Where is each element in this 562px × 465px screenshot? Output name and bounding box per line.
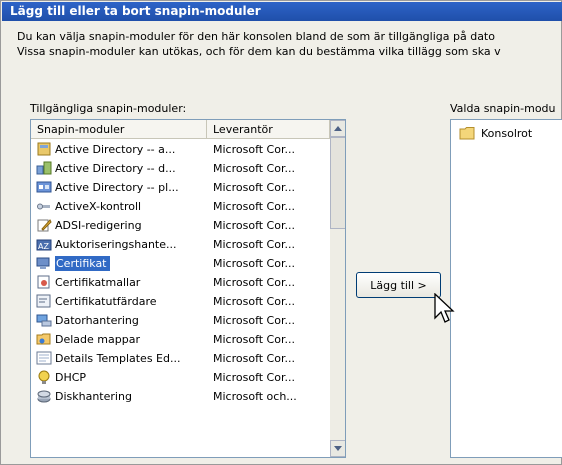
snapin-row[interactable]: Details Templates Ed... Microsoft Cor...: [31, 349, 330, 368]
dialog-title-bar: Lägg till eller ta bort snapin-moduler: [2, 2, 562, 21]
snapin-name: Certifikat: [55, 256, 110, 271]
snapin-vendor: Microsoft Cor...: [213, 162, 295, 175]
mouse-cursor-icon: [434, 293, 455, 323]
details-templates-icon: [36, 351, 52, 365]
snapin-row[interactable]: Diskhantering Microsoft och...: [31, 387, 330, 406]
snapin-vendor: Microsoft Cor...: [213, 276, 295, 289]
selected-item-label: Konsolrot: [481, 127, 533, 140]
snapin-vendor: Microsoft Cor...: [213, 295, 295, 308]
scrollbar-thumb[interactable]: [330, 137, 345, 229]
snapin-row[interactable]: Active Directory -- a... Microsoft Cor...: [31, 140, 330, 159]
column-header-vendor[interactable]: Leverantör: [207, 120, 330, 139]
disk-management-icon: [37, 390, 51, 403]
snapin-name: Diskhantering: [55, 390, 132, 403]
snapin-vendor: Microsoft Cor...: [213, 200, 295, 213]
dialog-title: Lägg till eller ta bort snapin-moduler: [10, 4, 261, 18]
description-line-2: Vissa snapin-moduler kan utökas, och för…: [17, 45, 501, 58]
scroll-down-button[interactable]: [330, 440, 345, 457]
description-line-1: Du kan välja snapin-moduler för den här …: [17, 30, 495, 43]
scroll-up-button[interactable]: [330, 120, 345, 137]
snapin-row[interactable]: Certifikat Microsoft Cor...: [31, 254, 330, 273]
shared-folders-icon: [36, 333, 51, 345]
snapin-name: ADSI-redigering: [55, 219, 142, 232]
snapin-vendor: Microsoft Cor...: [213, 371, 295, 384]
svg-text:AZ: AZ: [38, 242, 49, 251]
activex-icon: [37, 203, 50, 210]
arrow-up-icon: [334, 126, 342, 131]
snapin-name: ActiveX-kontroll: [55, 200, 142, 213]
certificates-icon: [36, 257, 50, 269]
snapin-vendor: Microsoft Cor...: [213, 143, 295, 156]
snapin-vendor: Microsoft Cor...: [213, 352, 295, 365]
selected-snapins-label: Valda snapin-modu: [450, 102, 556, 115]
available-snapins-label: Tillgängliga snapin-moduler:: [30, 102, 187, 115]
snapin-name: Certifikatutfärdare: [55, 295, 157, 308]
selected-snapins-list[interactable]: Konsolrot: [450, 119, 562, 458]
ad-domains-icon: [36, 161, 52, 175]
folder-icon: [459, 127, 475, 140]
snapin-row[interactable]: ActiveX-kontroll Microsoft Cor...: [31, 197, 330, 216]
snapin-dialog: Lägg till eller ta bort snapin-moduler D…: [0, 0, 562, 465]
snapin-vendor: Microsoft Cor...: [213, 257, 295, 270]
snapin-row[interactable]: AZ Auktoriseringshante... Microsoft Cor...: [31, 235, 330, 254]
snapin-row[interactable]: Active Directory -- d... Microsoft Cor...: [31, 159, 330, 178]
vertical-scrollbar[interactable]: [330, 120, 345, 457]
snapin-name: Active Directory -- d...: [55, 162, 176, 175]
snapin-name: Auktoriseringshante...: [55, 238, 177, 251]
available-snapins-list[interactable]: Snapin-moduler Leverantör Active Directo…: [30, 119, 346, 458]
selected-item-konsolrot[interactable]: Konsolrot: [459, 126, 532, 144]
snapin-name: Certifikatmallar: [55, 276, 141, 289]
snapin-row[interactable]: Datorhantering Microsoft Cor...: [31, 311, 330, 330]
certificate-authority-icon: [36, 294, 51, 308]
dialog-description: Du kan välja snapin-moduler för den här …: [17, 29, 562, 59]
snapin-name: Delade mappar: [55, 333, 140, 346]
snapin-row[interactable]: Certifikatutfärdare Microsoft Cor...: [31, 292, 330, 311]
ad-sites-icon: [36, 181, 52, 193]
snapin-name: Active Directory -- a...: [55, 143, 176, 156]
snapin-vendor: Microsoft Cor...: [213, 314, 295, 327]
snapin-row[interactable]: Certifikatmallar Microsoft Cor...: [31, 273, 330, 292]
snapin-row[interactable]: Active Directory -- pl... Microsoft Cor..…: [31, 178, 330, 197]
snapin-row[interactable]: DHCP Microsoft Cor...: [31, 368, 330, 387]
ad-users-icon: [37, 142, 51, 156]
snapin-vendor: Microsoft och...: [213, 390, 297, 403]
snapin-name: DHCP: [55, 371, 87, 384]
snapin-name: Datorhantering: [55, 314, 139, 327]
authorization-icon: AZ: [36, 239, 52, 251]
dhcp-icon: [38, 370, 50, 384]
arrow-down-icon: [334, 446, 342, 451]
adsi-edit-icon: [37, 219, 52, 232]
snapin-name: Details Templates Ed...: [55, 352, 181, 365]
snapin-row[interactable]: Delade mappar Microsoft Cor...: [31, 330, 330, 349]
certificate-templates-icon: [37, 275, 50, 289]
snapin-vendor: Microsoft Cor...: [213, 181, 295, 194]
snapin-vendor: Microsoft Cor...: [213, 333, 295, 346]
snapin-vendor: Microsoft Cor...: [213, 219, 295, 232]
column-header-snapin[interactable]: Snapin-moduler: [31, 120, 207, 139]
computer-management-icon: [36, 314, 52, 327]
add-snapin-button[interactable]: Lägg till >: [356, 272, 441, 298]
snapin-vendor: Microsoft Cor...: [213, 238, 295, 251]
snapin-row[interactable]: ADSI-redigering Microsoft Cor...: [31, 216, 330, 235]
snapin-name: Active Directory -- pl...: [55, 181, 179, 194]
